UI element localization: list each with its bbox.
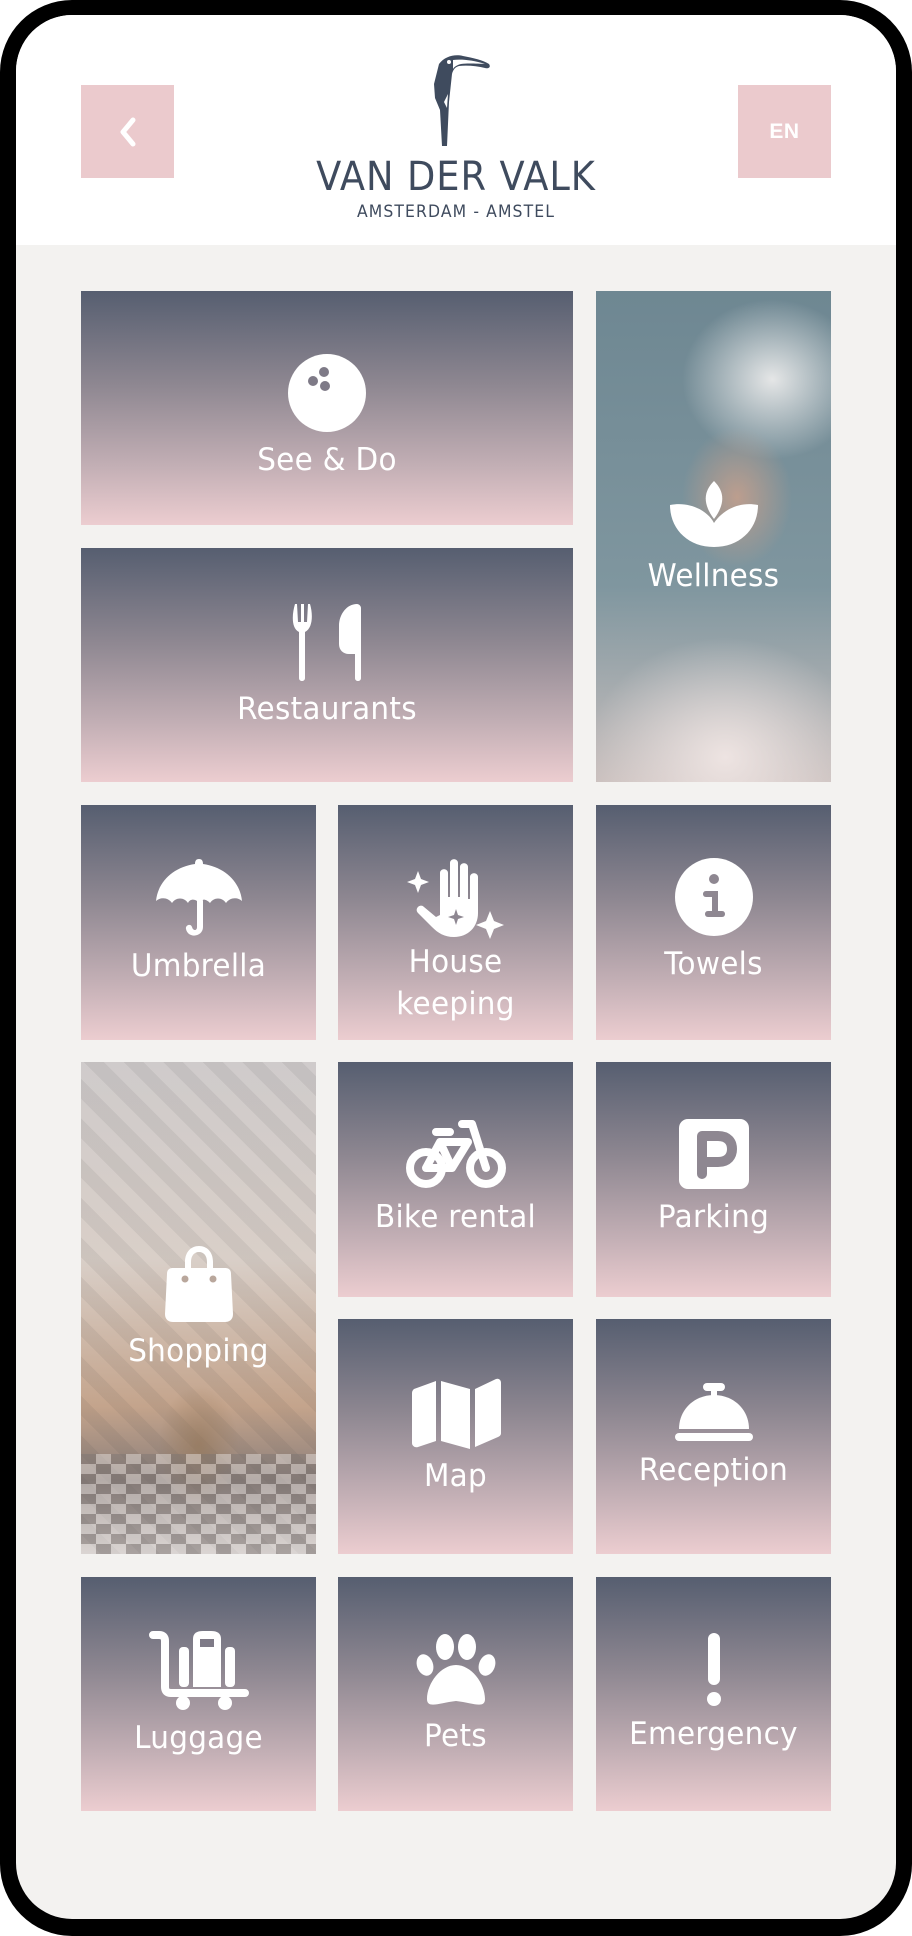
tile-restaurants[interactable]: Restaurants xyxy=(81,548,573,782)
tile-luggage[interactable]: Luggage xyxy=(81,1577,316,1811)
language-button[interactable]: EN xyxy=(738,85,831,178)
tile-housekeeping[interactable]: House keeping xyxy=(338,805,573,1040)
header: VAN DER VALK AMSTERDAM - AMSTEL EN xyxy=(16,15,896,245)
tile-label: Reception xyxy=(638,1452,789,1488)
tile-shopping[interactable]: Shopping xyxy=(81,1062,316,1554)
reception-bell-icon xyxy=(674,1383,753,1441)
tile-map[interactable]: Map xyxy=(338,1319,573,1554)
back-button[interactable] xyxy=(81,85,174,178)
info-icon xyxy=(674,858,753,936)
tile-bike-rental[interactable]: Bike rental xyxy=(338,1062,573,1297)
tile-see-do[interactable]: See & Do xyxy=(81,291,573,525)
brand-name: VAN DER VALK xyxy=(316,154,596,200)
brand-location: AMSTERDAM - AMSTEL xyxy=(356,202,556,222)
luggage-cart-icon xyxy=(148,1631,249,1710)
tile-label: Restaurants xyxy=(237,691,417,727)
device-frame: VAN DER VALK AMSTERDAM - AMSTEL EN See &… xyxy=(0,0,912,1936)
tile-emergency[interactable]: Emergency xyxy=(596,1577,831,1811)
chevron-left-icon xyxy=(120,117,135,146)
map-icon xyxy=(411,1378,501,1449)
tile-label: Wellness xyxy=(647,558,780,594)
lotus-icon xyxy=(669,481,758,547)
bicycle-icon xyxy=(405,1120,506,1188)
tile-towels[interactable]: Towels xyxy=(596,805,831,1040)
tile-umbrella[interactable]: Umbrella xyxy=(81,805,316,1040)
tile-label: Umbrella xyxy=(130,948,267,984)
tile-pets[interactable]: Pets xyxy=(338,1577,573,1811)
umbrella-icon xyxy=(155,859,242,936)
sparkle-hand-icon xyxy=(406,859,504,939)
bowling-ball-icon xyxy=(288,354,366,432)
tile-parking[interactable]: Parking xyxy=(596,1062,831,1297)
tile-label: Emergency xyxy=(629,1716,798,1752)
tile-label-line1: House xyxy=(408,944,503,980)
tile-label: Map xyxy=(423,1458,487,1494)
parking-icon xyxy=(678,1119,749,1189)
tile-label: See & Do xyxy=(257,442,397,478)
tile-label: Shopping xyxy=(128,1333,269,1369)
tile-label: Pets xyxy=(424,1718,487,1754)
tile-label: Towels xyxy=(664,946,763,982)
language-label: EN xyxy=(769,119,800,143)
tile-label: Parking xyxy=(657,1199,770,1235)
exclamation-icon xyxy=(706,1633,721,1706)
tile-label: Luggage xyxy=(134,1720,263,1756)
tile-wellness[interactable]: Wellness xyxy=(596,291,831,782)
tile-label: Bike rental xyxy=(374,1199,537,1235)
shopping-bag-icon xyxy=(164,1246,233,1322)
paw-icon xyxy=(416,1634,495,1705)
brand-logo: VAN DER VALK AMSTERDAM - AMSTEL xyxy=(256,50,656,230)
tile-label-line2: keeping xyxy=(396,986,515,1022)
toucan-icon xyxy=(434,55,490,146)
tile-reception[interactable]: Reception xyxy=(596,1319,831,1554)
app-screen: VAN DER VALK AMSTERDAM - AMSTEL EN See &… xyxy=(16,15,896,1919)
fork-knife-icon xyxy=(292,604,361,681)
